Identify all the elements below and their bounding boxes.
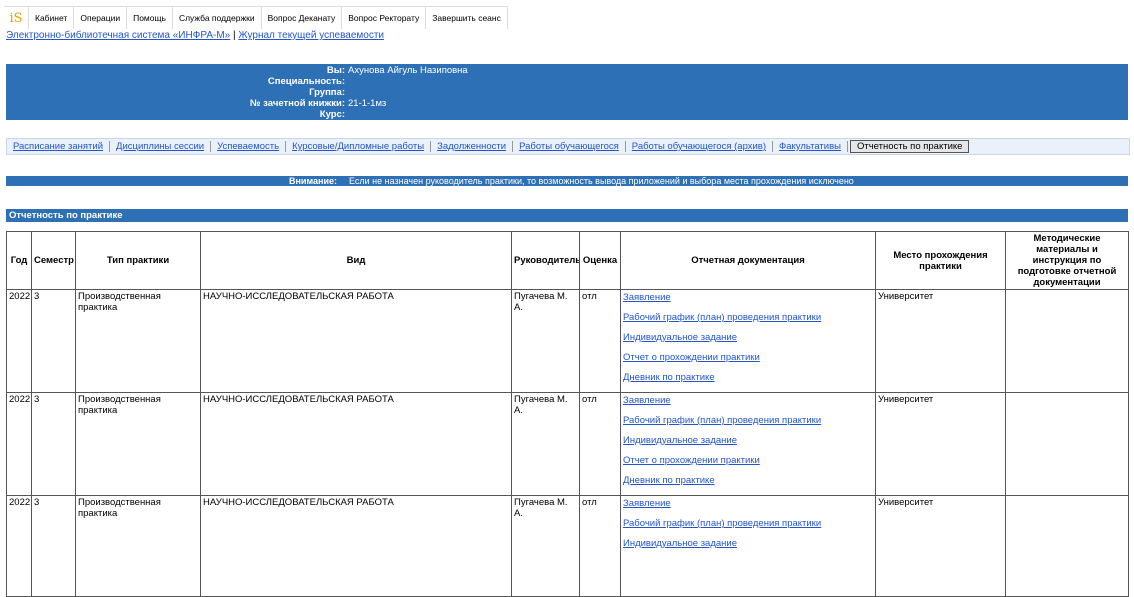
menu-item-help[interactable]: Помощь: [127, 7, 173, 29]
cell-year: 2022: [6, 392, 32, 496]
doc-link-schedule[interactable]: Рабочий график (план) проведения практик…: [623, 519, 873, 537]
tab-practice-reports[interactable]: Отчетность по практике: [849, 140, 970, 153]
cell-kind: НАУЧНО-ИССЛЕДОВАТЕЛЬСКАЯ РАБОТА: [200, 392, 512, 496]
tab-student-works[interactable]: Работы обучающегося: [513, 141, 626, 152]
table-row: 2022 3 Производственная практика НАУЧНО-…: [6, 495, 1129, 597]
menu-item-logout[interactable]: Завершить сеанс: [426, 7, 508, 29]
menu-item-cabinet[interactable]: Кабинет: [29, 7, 75, 29]
col-header-materials: Методические материалы и инструкция по п…: [1005, 231, 1129, 290]
record-book-value: 21-1-1мз: [348, 98, 387, 109]
tab-debts[interactable]: Задолженности: [431, 141, 514, 152]
tab-bar: Расписание занятий Дисциплины сессии Усп…: [6, 138, 1130, 155]
cell-semester: 3: [31, 495, 76, 597]
col-header-docs: Отчетная документация: [620, 231, 876, 290]
menu-item-operations[interactable]: Операции: [74, 7, 128, 29]
cell-year: 2022: [6, 289, 32, 393]
table-header-row: Год Семестр Тип практики Вид Руководител…: [6, 231, 1129, 290]
tab-electives[interactable]: Факультативы: [773, 141, 848, 152]
cell-supervisor: Пугачева М. А.: [511, 289, 580, 393]
col-header-place: Место прохождения практики: [875, 231, 1006, 290]
doc-link-individual-task[interactable]: Индивидуальное задание: [623, 539, 873, 557]
cell-materials: [1005, 392, 1129, 496]
doc-link-diary[interactable]: Дневник по практике: [623, 373, 873, 391]
table-row: 2022 3 Производственная практика НАУЧНО-…: [6, 392, 1129, 496]
section-title: Отчетность по практике: [6, 209, 1128, 222]
cell-materials: [1005, 495, 1129, 597]
col-header-supervisor: Руководитель: [511, 231, 580, 290]
cell-place: Университет: [875, 289, 1006, 393]
cell-semester: 3: [31, 289, 76, 393]
tab-coursework[interactable]: Курсовые/Дипломные работы: [286, 141, 432, 152]
library-link[interactable]: Электронно-библиотечная система «ИНФРА-М…: [6, 30, 230, 41]
group-label: Группа:: [309, 87, 345, 98]
attention-banner: Внимание: Если не назначен руководитель …: [6, 176, 1128, 186]
external-links: Электронно-библиотечная система «ИНФРА-М…: [6, 30, 384, 41]
cell-docs: Заявление Рабочий график (план) проведен…: [620, 392, 876, 496]
col-header-kind: Вид: [200, 231, 512, 290]
table-row: 2022 3 Производственная практика НАУЧНО-…: [6, 289, 1129, 393]
cell-kind: НАУЧНО-ИССЛЕДОВАТЕЛЬСКАЯ РАБОТА: [200, 289, 512, 393]
attention-text: Если не назначен руководитель практики, …: [349, 176, 854, 186]
tab-student-works-archive[interactable]: Работы обучающегося (архив): [626, 141, 774, 152]
doc-link-application[interactable]: Заявление: [623, 396, 873, 414]
cell-semester: 3: [31, 392, 76, 496]
doc-link-individual-task[interactable]: Индивидуальное задание: [623, 436, 873, 454]
menu-item-rector-question[interactable]: Вопрос Ректорату: [342, 7, 427, 29]
cell-place: Университет: [875, 495, 1006, 597]
course-label: Курс:: [319, 109, 345, 120]
cell-place: Университет: [875, 392, 1006, 496]
student-name-label: Вы:: [326, 65, 345, 76]
col-header-year: Год: [6, 231, 32, 290]
cell-grade: отл: [579, 289, 621, 393]
col-header-type: Тип практики: [75, 231, 201, 290]
attention-label: Внимание:: [289, 176, 337, 186]
cell-type: Производственная практика: [75, 495, 201, 597]
doc-link-diary[interactable]: Дневник по практике: [623, 476, 873, 494]
cell-type: Производственная практика: [75, 392, 201, 496]
doc-link-schedule[interactable]: Рабочий график (план) проведения практик…: [623, 313, 873, 331]
doc-link-report[interactable]: Отчет о прохождении практики: [623, 353, 873, 371]
doc-link-schedule[interactable]: Рабочий график (план) проведения практик…: [623, 416, 873, 434]
col-header-semester: Семестр: [31, 231, 76, 290]
cell-supervisor: Пугачева М. А.: [511, 495, 580, 597]
cell-docs: Заявление Рабочий график (план) проведен…: [620, 495, 876, 597]
link-separator: |: [233, 30, 236, 41]
practice-table: Год Семестр Тип практики Вид Руководител…: [6, 231, 1129, 597]
cell-kind: НАУЧНО-ИССЛЕДОВАТЕЛЬСКАЯ РАБОТА: [200, 495, 512, 597]
cell-type: Производственная практика: [75, 289, 201, 393]
student-info-panel: Вы: Ахунова Айгуль Назиповна Специальнос…: [6, 64, 1128, 120]
student-name-value: Ахунова Айгуль Назиповна: [348, 65, 468, 76]
specialty-label: Специальность:: [267, 76, 345, 87]
record-book-label: № зачетной книжки:: [249, 98, 345, 109]
doc-link-report[interactable]: Отчет о прохождении практики: [623, 456, 873, 474]
cell-docs: Заявление Рабочий график (план) проведен…: [620, 289, 876, 393]
journal-link[interactable]: Журнал текущей успеваемости: [238, 30, 384, 41]
col-header-grade: Оценка: [579, 231, 621, 290]
doc-link-application[interactable]: Заявление: [623, 293, 873, 311]
cell-grade: отл: [579, 392, 621, 496]
cell-supervisor: Пугачева М. А.: [511, 392, 580, 496]
tab-progress[interactable]: Успеваемость: [211, 141, 287, 152]
doc-link-application[interactable]: Заявление: [623, 499, 873, 517]
cell-year: 2022: [6, 495, 32, 597]
cell-grade: отл: [579, 495, 621, 597]
cell-materials: [1005, 289, 1129, 393]
menu-item-dean-question[interactable]: Вопрос Деканату: [262, 7, 343, 29]
tab-schedule[interactable]: Расписание занятий: [7, 141, 111, 152]
app-logo-icon[interactable]: iS: [4, 7, 29, 29]
tab-session-disciplines[interactable]: Дисциплины сессии: [110, 141, 212, 152]
top-menu: iS Кабинет Операции Помощь Служба поддер…: [4, 6, 508, 29]
doc-link-individual-task[interactable]: Индивидуальное задание: [623, 333, 873, 351]
menu-item-support[interactable]: Служба поддержки: [173, 7, 262, 29]
